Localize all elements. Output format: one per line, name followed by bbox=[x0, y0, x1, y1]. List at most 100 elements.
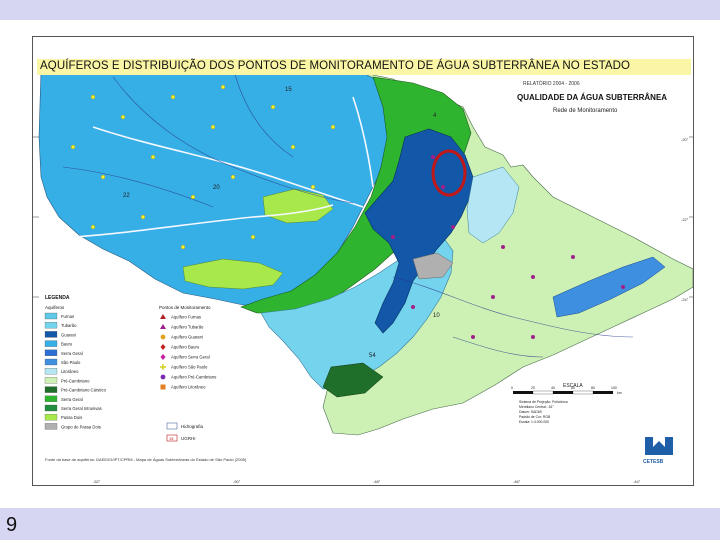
point-label: Aquífero Litorâneo bbox=[171, 385, 206, 390]
aquifer-legend-item: Passa Dois bbox=[44, 414, 82, 421]
ugrhi-label: 22 bbox=[123, 193, 130, 199]
aquifer-legend-item: Serra Geral bbox=[44, 395, 83, 402]
point-symbol bbox=[160, 364, 166, 370]
coord-label: -44° bbox=[633, 479, 641, 484]
point-symbol bbox=[160, 354, 166, 360]
aquifer-label: Furnas bbox=[61, 314, 74, 319]
projection-note-line: Escala: 1:4.000.000 bbox=[519, 420, 549, 424]
aquifer-label: Guarani bbox=[61, 332, 76, 337]
scale-tick: 40 bbox=[551, 386, 555, 390]
scale-tick: 0 bbox=[511, 386, 513, 390]
point-symbol bbox=[160, 344, 166, 350]
point-label: Aquífero Serra Geral bbox=[171, 355, 210, 360]
scale-tick: 60 bbox=[571, 386, 575, 390]
scale-bar bbox=[513, 390, 613, 395]
ugrhi-label: 20 bbox=[213, 185, 220, 191]
source-note: Fonte da base de aquíferos: DAEE/IG/IPT/… bbox=[45, 457, 247, 462]
ugrhi-label: 15 bbox=[285, 87, 292, 93]
aquifer-legend-item: Pré-Cambriano Cárstico bbox=[44, 386, 107, 393]
aquifer-swatch bbox=[44, 349, 58, 356]
ugrhi-label: UGRHI bbox=[181, 436, 196, 441]
aquifer-label: Serra Geral bbox=[61, 397, 83, 402]
projection-note-line: Datum: SAD69 bbox=[519, 410, 542, 414]
aquifer-swatch bbox=[44, 322, 58, 329]
aquifer-legend-item: Furnas bbox=[44, 312, 74, 320]
extra-legend: Hidrografia 15 UGRHI bbox=[166, 422, 204, 442]
aquifer-legend-item: Bauru bbox=[44, 340, 73, 347]
cetesb-logo: CETESB bbox=[643, 437, 673, 465]
point-symbol bbox=[160, 384, 166, 390]
point-label: Aquífero São Paulo bbox=[171, 365, 208, 370]
point-legend-item: Aquífero Guarani bbox=[160, 334, 203, 340]
point-label: Aquífero Tubarão bbox=[171, 325, 204, 330]
coord-labels: -52° -50° -48° -46° -44° bbox=[93, 479, 641, 484]
hidrografia-swatch bbox=[166, 422, 178, 430]
point-legend-item: Aquífero Bauru bbox=[160, 344, 200, 350]
aquifer-swatch bbox=[44, 414, 58, 421]
coord-label: -52° bbox=[93, 479, 101, 484]
point-label: Aquífero Furnas bbox=[171, 315, 201, 320]
aquifer-label: Serra Geral bbox=[61, 351, 83, 356]
aquifer-label: Bauru bbox=[61, 342, 73, 347]
coord-label: -50° bbox=[233, 479, 241, 484]
lat-label: -24° bbox=[681, 297, 689, 302]
aquifer-swatch bbox=[44, 377, 58, 384]
projection-note-line: Padrão de Cor: RGB bbox=[519, 415, 551, 419]
slide-title: AQUÍFEROS E DISTRIBUIÇÃO DOS PONTOS DE M… bbox=[40, 60, 631, 72]
scale-tick: 80 bbox=[591, 386, 595, 390]
slide-number: 9 bbox=[6, 514, 18, 536]
hidrografia-label: Hidrografia bbox=[181, 424, 204, 429]
aquifer-legend-item: Serra Geral Intrusivas bbox=[44, 404, 102, 412]
aquifer-legend-item: Serra Geral bbox=[44, 349, 83, 356]
aquifer-legend-item: Litorâneo bbox=[44, 368, 79, 375]
aquifer-swatch bbox=[44, 404, 58, 412]
aquifer-legend-item: Grupo de Passa Dois bbox=[44, 423, 101, 430]
aquifer-label: Tubarão bbox=[61, 323, 77, 328]
aquifer-legend-item: São Paulo bbox=[44, 358, 81, 366]
point-symbol bbox=[160, 314, 166, 319]
point-label: Aquífero Pré-Cambriano bbox=[171, 375, 217, 380]
aquifer-swatch bbox=[44, 331, 58, 338]
aquifer-map: 15 20 22 4 10 54 RELATÓRIO 2004 - 2006 Q… bbox=[33, 60, 693, 484]
aquifer-legend-item: Pré-Cambriano bbox=[44, 377, 90, 384]
aquifer-swatch bbox=[44, 340, 58, 347]
lat-label: -20° bbox=[681, 137, 689, 142]
aquifer-legend-item: Guarani bbox=[44, 331, 76, 338]
ugrhi-swatch-value: 15 bbox=[169, 436, 174, 441]
slide-top-band bbox=[0, 0, 720, 20]
lat-label: -22° bbox=[681, 217, 689, 222]
aquifer-label: Serra Geral Intrusivas bbox=[61, 406, 102, 411]
point-legend-item: Aquífero Furnas bbox=[160, 314, 201, 320]
aquifer-swatch bbox=[44, 423, 58, 430]
aquifer-swatch bbox=[44, 358, 58, 366]
point-symbol bbox=[160, 324, 166, 329]
point-legend-item: Aquífero São Paulo bbox=[160, 364, 208, 370]
aquifer-swatch bbox=[44, 368, 58, 375]
aquifer-label: Grupo de Passa Dois bbox=[61, 424, 101, 429]
coord-label: -46° bbox=[513, 479, 521, 484]
aquifer-label: Passa Dois bbox=[61, 415, 82, 420]
point-label: Aquífero Bauru bbox=[171, 345, 200, 350]
slide-bottom-band bbox=[0, 508, 720, 540]
points-legend: Aquífero Furnas Aquífero Tubarão Aquífero … bbox=[160, 314, 217, 390]
projection-note-line: Sistema de Projeção: Policônica bbox=[519, 400, 568, 404]
map-header-small: RELATÓRIO 2004 - 2006 bbox=[523, 80, 580, 87]
aquifer-label: São Paulo bbox=[61, 360, 81, 365]
coord-label: -48° bbox=[373, 479, 381, 484]
scale-tick: 20 bbox=[531, 386, 535, 390]
map-header-title: QUALIDADE DA ÁGUA SUBTERRÂNEA bbox=[517, 93, 667, 102]
aquifers-title: Aquíferos bbox=[45, 305, 65, 310]
aquifer-swatch bbox=[44, 395, 58, 402]
map-header-subtitle: Rede de Monitoramento bbox=[553, 108, 618, 114]
aquifer-label: Pré-Cambriano bbox=[61, 378, 90, 383]
point-legend-item: Aquífero Tubarão bbox=[160, 324, 204, 330]
aquifer-legend-item: Tubarão bbox=[44, 322, 77, 329]
legend-title: LEGENDA bbox=[45, 295, 70, 301]
aquifer-swatch bbox=[44, 312, 58, 320]
point-label: Aquífero Guarani bbox=[171, 335, 203, 340]
scale-tick: 100 bbox=[611, 386, 617, 390]
map-frame: 15 20 22 4 10 54 RELATÓRIO 2004 - 2006 Q… bbox=[32, 36, 694, 486]
ugrhi-label: 54 bbox=[369, 353, 376, 359]
aquifer-label: Pré-Cambriano Cárstico bbox=[61, 388, 107, 393]
logo-text: CETESB bbox=[643, 459, 664, 465]
